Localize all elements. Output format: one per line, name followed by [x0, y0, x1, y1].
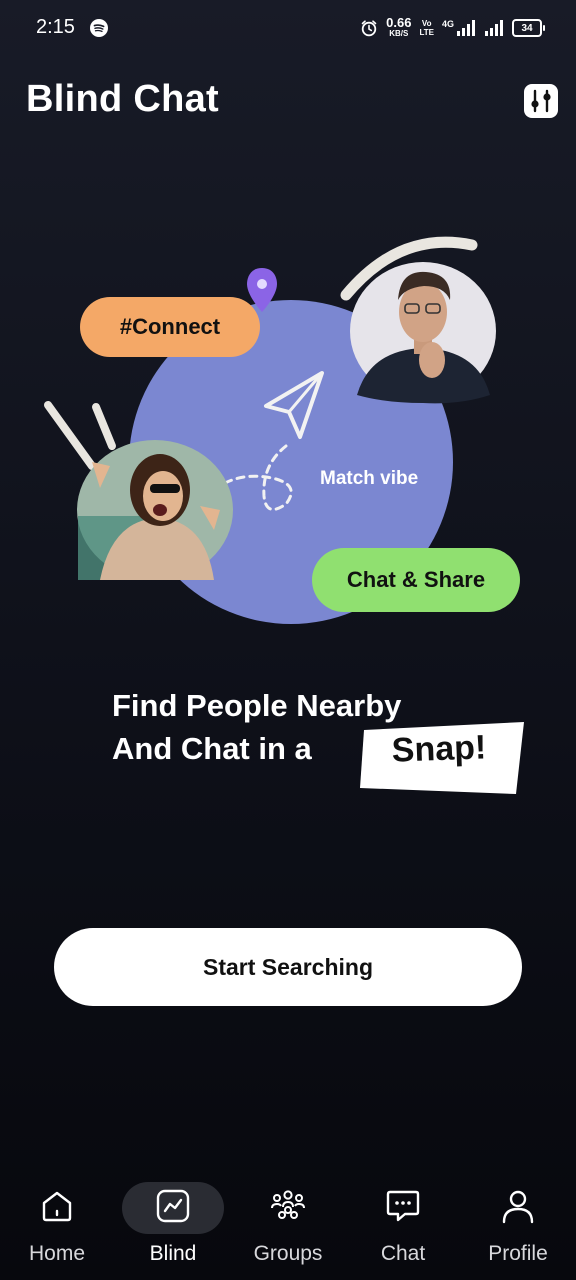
- volte-bottom: LTE: [419, 28, 434, 37]
- network-speed: 0.66 KB/S: [386, 15, 412, 39]
- tag-match-vibe: Match vibe: [320, 468, 419, 489]
- spotify-icon: [90, 19, 108, 37]
- headline-line-1: Find People Nearby: [112, 688, 402, 723]
- nav-item-blind[interactable]: Blind: [118, 1176, 228, 1266]
- nav-item-profile[interactable]: Profile: [463, 1176, 573, 1266]
- start-searching-button[interactable]: Start Searching: [54, 928, 522, 1006]
- volte-top: Vo: [421, 19, 432, 28]
- status-time: 2:15: [36, 16, 75, 38]
- network-speed-value: 0.66: [386, 15, 412, 30]
- hero-illustration: #Connect Match vibe Chat & Share: [0, 200, 576, 640]
- groups-icon: [271, 1190, 305, 1219]
- nav-item-chat[interactable]: Chat: [348, 1176, 458, 1266]
- alarm-icon: [361, 20, 377, 37]
- battery-icon: 34: [512, 19, 545, 37]
- nav-label-groups: Groups: [253, 1242, 323, 1265]
- man-avatar: [350, 262, 496, 404]
- signal-icon-2: [485, 20, 503, 36]
- profile-icon: [502, 1190, 534, 1224]
- home-icon: [42, 1191, 72, 1222]
- tag-connect: #Connect: [80, 297, 260, 357]
- nav-label-profile: Profile: [488, 1242, 548, 1265]
- network-speed-unit: KB/S: [389, 29, 409, 38]
- nav-label-home: Home: [28, 1242, 86, 1265]
- woman-avatar: [77, 440, 233, 580]
- signal-icon: [457, 20, 475, 36]
- headline-highlight: Snap!: [391, 728, 487, 770]
- status-bar: 2:15 0.66 KB/S Vo LTE 4G 34: [0, 0, 576, 56]
- battery-level: 34: [521, 22, 533, 34]
- status-right-cluster: 0.66 KB/S Vo LTE 4G 34: [360, 15, 545, 40]
- nav-label-chat: Chat: [380, 1242, 426, 1265]
- app-title: Blind Chat: [26, 78, 219, 120]
- nav-item-home[interactable]: Home: [2, 1176, 112, 1266]
- sliders-icon: [531, 89, 551, 113]
- nav-label-blind: Blind: [149, 1242, 197, 1265]
- chat-icon: [386, 1190, 420, 1222]
- decor-line-1: [44, 401, 96, 470]
- tag-chat-share: Chat & Share: [312, 548, 520, 612]
- filter-button[interactable]: [524, 84, 558, 118]
- blind-chart-icon: [156, 1189, 190, 1223]
- network-type: 4G: [441, 19, 454, 29]
- bottom-nav: Home Blind Groups Chat Profile: [0, 1170, 576, 1280]
- volte-indicator: Vo LTE: [419, 19, 434, 37]
- nav-item-groups[interactable]: Groups: [233, 1176, 343, 1266]
- decor-line-2: [92, 403, 116, 450]
